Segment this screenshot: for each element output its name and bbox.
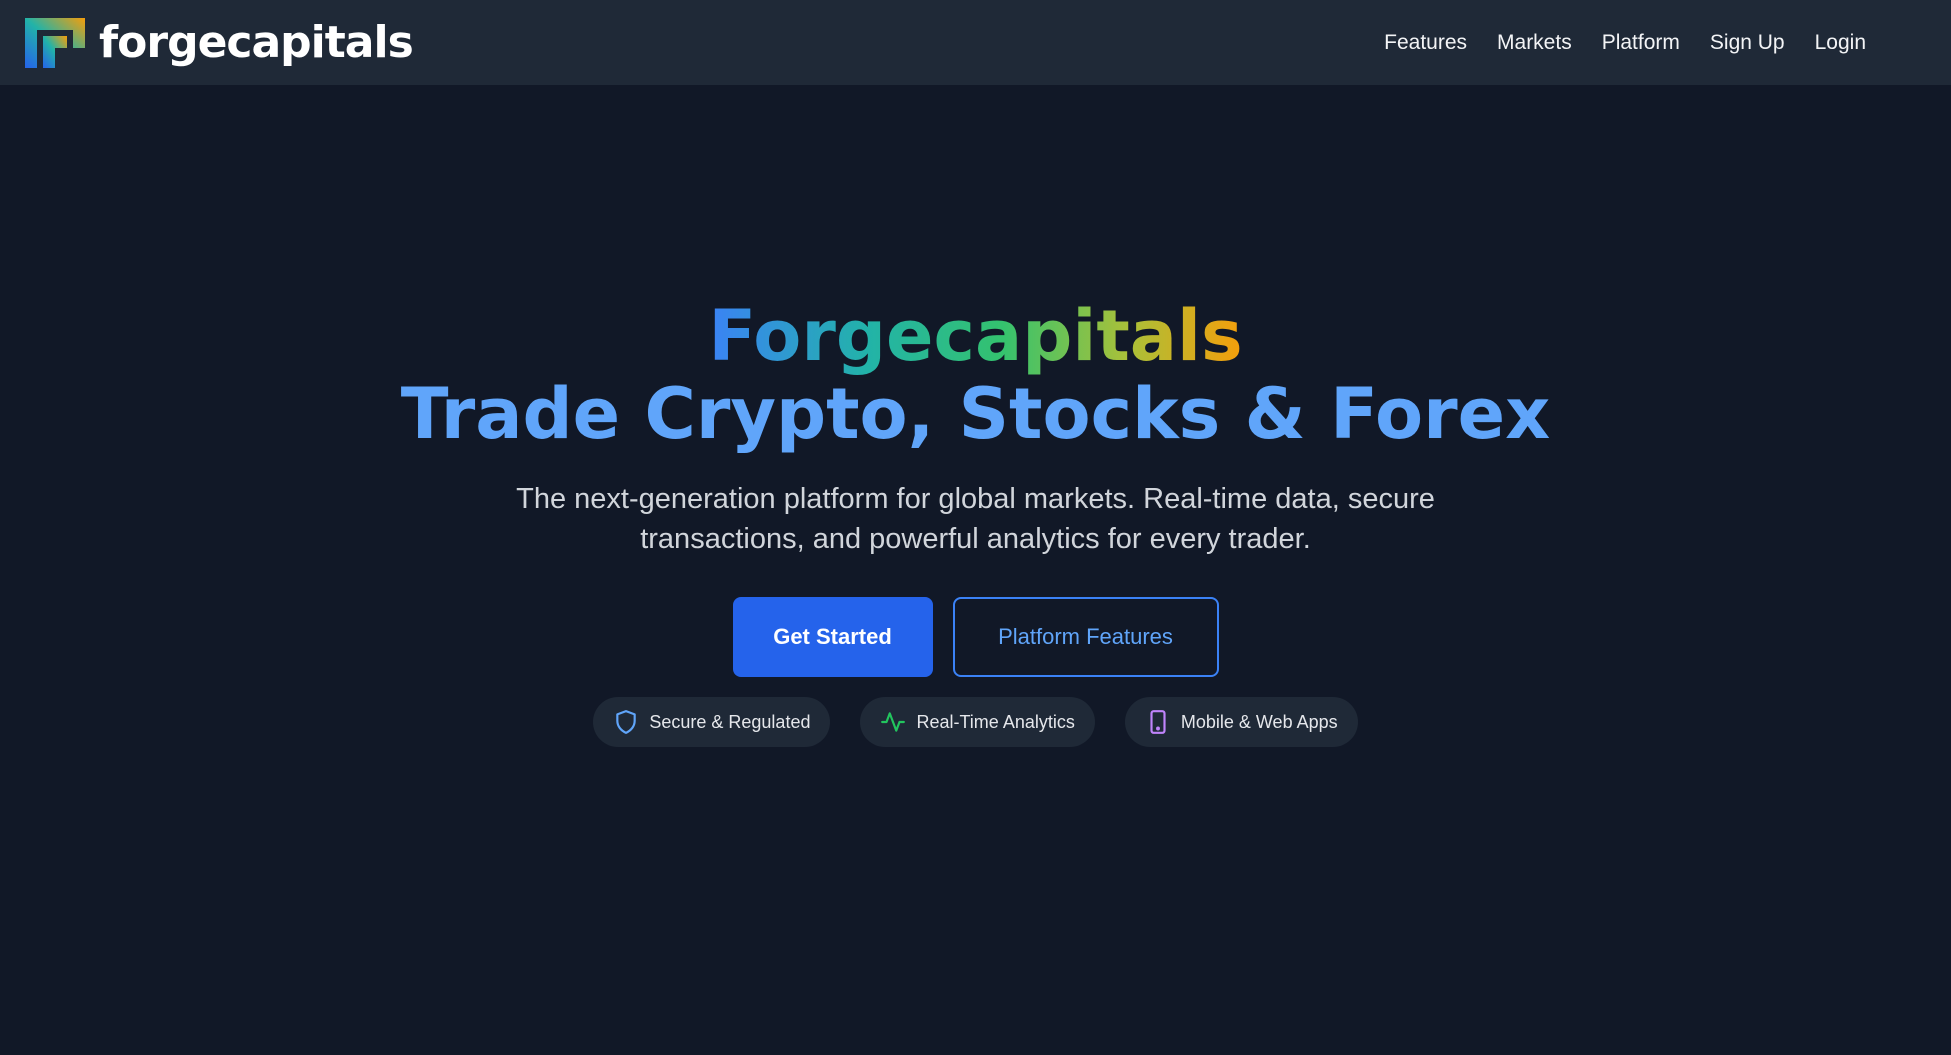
brand-name: forgecapitals [99, 17, 414, 68]
nav-link-login[interactable]: Login [1815, 31, 1866, 55]
feature-badges: Secure & Regulated Real-Time Analytics M… [593, 697, 1358, 747]
nav-link-sign-up[interactable]: Sign Up [1710, 31, 1785, 55]
badge-analytics: Real-Time Analytics [860, 697, 1095, 747]
platform-features-button[interactable]: Platform Features [952, 597, 1219, 677]
forgecapitals-logo-icon [25, 17, 85, 68]
hero-brand-line: Forgecapitals [708, 295, 1243, 377]
hero-section: Forgecapitals Trade Crypto, Stocks & For… [0, 85, 1951, 1055]
hero-title: Trade Crypto, Stocks & Forex [400, 373, 1551, 455]
badge-label: Mobile & Web Apps [1180, 711, 1338, 732]
nav-link-markets[interactable]: Markets [1497, 31, 1572, 55]
nav-links: Features Markets Platform Sign Up Login [1384, 31, 1866, 55]
nav-link-features[interactable]: Features [1384, 31, 1467, 55]
badge-secure: Secure & Regulated [593, 697, 831, 747]
badge-label: Real-Time Analytics [916, 711, 1075, 732]
top-navbar: forgecapitals Features Markets Platform … [0, 0, 1951, 85]
badge-label: Secure & Regulated [649, 711, 811, 732]
brand[interactable]: forgecapitals [25, 17, 414, 68]
nav-link-platform[interactable]: Platform [1602, 31, 1680, 55]
activity-icon [881, 712, 906, 732]
phone-icon [1150, 710, 1166, 734]
get-started-button[interactable]: Get Started [732, 597, 933, 677]
shield-icon [616, 710, 637, 734]
cta-row: Get Started Platform Features [732, 597, 1219, 677]
hero-subtitle: The next-generation platform for global … [516, 483, 1435, 555]
badge-mobile: Mobile & Web Apps [1124, 697, 1358, 747]
